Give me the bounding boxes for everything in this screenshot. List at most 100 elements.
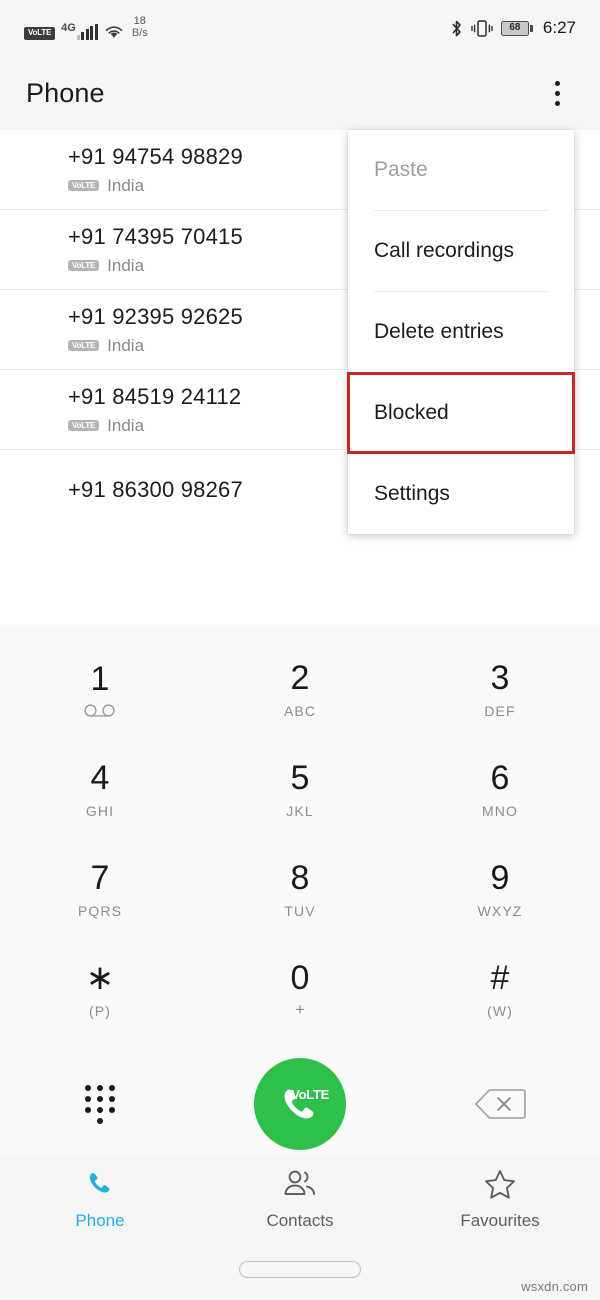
dialpad: 1 2 ABC 3 DEF 4 GHI 5 JKL 6 MNO 7 PQRS 8… (0, 625, 600, 1153)
menu-item-blocked[interactable]: Blocked (347, 372, 575, 454)
dialpad-key-5[interactable]: 5 JKL (200, 739, 400, 839)
data-rate-unit: B/s (131, 27, 148, 39)
battery-percent-label: 68 (509, 22, 521, 33)
dialpad-key-star[interactable]: ∗ (P) (0, 939, 200, 1039)
menu-item-label: Call recordings (374, 239, 515, 262)
dialpad-key-2[interactable]: 2 ABC (200, 639, 400, 739)
dialpad-digit: 2 (290, 658, 310, 697)
menu-item-label: Delete entries (374, 320, 504, 343)
status-bar-right: 68 6:27 (450, 18, 576, 38)
overflow-menu-icon[interactable] (540, 73, 574, 113)
nav-item-label: Favourites (460, 1211, 540, 1230)
volte-badge-icon: VoLTE (68, 260, 100, 272)
dialpad-row: 7 PQRS 8 TUV 9 WXYZ (0, 839, 600, 939)
menu-item-settings[interactable]: Settings (348, 454, 574, 534)
signal-strength-bars (76, 23, 98, 40)
dialpad-letters: (P) (89, 1002, 111, 1019)
nav-item-phone[interactable]: Phone (0, 1167, 200, 1231)
dialpad-letters: PQRS (77, 902, 123, 919)
network-type-label: 4G (61, 21, 76, 34)
dialpad-key-0[interactable]: 0 + (200, 939, 400, 1039)
dialpad-letters: (W) (487, 1002, 513, 1019)
star-icon (483, 1167, 517, 1201)
backspace-button[interactable] (400, 1087, 600, 1121)
dialpad-digit: 5 (290, 758, 310, 797)
dialpad-letters: MNO (482, 802, 518, 819)
data-rate-indicator: 18 B/s (132, 16, 148, 39)
wifi-icon (104, 24, 124, 40)
overflow-menu[interactable]: Paste Call recordings Delete entries Blo… (347, 130, 575, 534)
dialpad-key-9[interactable]: 9 WXYZ (400, 839, 600, 939)
gesture-home-bar[interactable] (239, 1261, 361, 1278)
dialpad-letters: JKL (286, 802, 314, 819)
vibrate-icon (471, 19, 493, 38)
call-log-location: India (107, 335, 145, 355)
status-bar-left: VoLTE 4G 18 B/s (24, 16, 148, 40)
nav-item-contacts[interactable]: Contacts (200, 1167, 400, 1231)
dialpad-digit: 0 (290, 958, 310, 997)
dialpad-grid: 1 2 ABC 3 DEF 4 GHI 5 JKL 6 MNO 7 PQRS 8… (0, 625, 600, 1039)
nav-item-label: Contacts (266, 1211, 334, 1230)
dialpad-digit: ∗ (85, 958, 115, 997)
voicemail-icon (83, 703, 117, 717)
dialpad-letters: GHI (85, 802, 115, 819)
bluetooth-icon (450, 19, 463, 38)
dialpad-actions: VoLTE (0, 1039, 600, 1169)
menu-item-label: Settings (374, 482, 450, 505)
dialpad-key-hash[interactable]: # (W) (400, 939, 600, 1039)
signal-bars-icon: 4G (61, 21, 98, 40)
dialpad-key-4[interactable]: 4 GHI (0, 739, 200, 839)
menu-item-call-recordings[interactable]: Call recordings (348, 211, 574, 291)
volte-badge-icon: VoLTE (68, 420, 100, 432)
dialpad-key-8[interactable]: 8 TUV (200, 839, 400, 939)
menu-item-label: Paste (374, 158, 428, 181)
watermark: wsxdn.com (521, 1279, 588, 1294)
dialpad-digit: 9 (490, 858, 510, 897)
call-log-location: India (107, 255, 145, 275)
dialpad-row: 4 GHI 5 JKL 6 MNO (0, 739, 600, 839)
dialpad-digit: 7 (90, 858, 110, 897)
dialpad-key-7[interactable]: 7 PQRS (0, 839, 200, 939)
dialpad-letters: ABC (283, 702, 317, 719)
dialpad-letters: DEF (484, 702, 516, 719)
call-button-wrap: VoLTE (200, 1058, 400, 1150)
call-button[interactable]: VoLTE (254, 1058, 346, 1150)
battery-icon: 68 (500, 20, 533, 36)
bottom-navigation: Phone Contacts Favourites wsxdn.com (0, 1153, 600, 1300)
volte-icon: VoLTE (24, 26, 56, 40)
volte-badge-icon: VoLTE (68, 340, 100, 352)
dialpad-row: ∗ (P) 0 + # (W) (0, 939, 600, 1039)
dialpad-digit: 6 (490, 758, 510, 797)
dialpad-letters: WXYZ (477, 902, 523, 919)
page-title: Phone (26, 77, 105, 108)
keypad-icon (85, 1084, 116, 1124)
backspace-icon (472, 1087, 528, 1121)
dialpad-key-3[interactable]: 3 DEF (400, 639, 600, 739)
phone-handset-icon (284, 1089, 314, 1119)
dialpad-key-6[interactable]: 6 MNO (400, 739, 600, 839)
bottom-nav-items: Phone Contacts Favourites (0, 1153, 600, 1231)
nav-item-favourites[interactable]: Favourites (400, 1167, 600, 1231)
dialpad-digit: 8 (290, 858, 310, 897)
dialpad-key-1[interactable]: 1 (0, 639, 200, 739)
menu-item-label: Blocked (374, 401, 449, 424)
call-log-location: India (107, 175, 145, 195)
status-bar-clock: 6:27 (542, 18, 576, 37)
menu-item-delete-entries[interactable]: Delete entries (348, 292, 574, 372)
nav-item-label: Phone (75, 1211, 125, 1230)
dialpad-digit: 4 (90, 758, 110, 797)
dialpad-digit: 1 (90, 659, 110, 698)
call-log-location: India (107, 415, 145, 435)
dialpad-row: 1 2 ABC 3 DEF (0, 639, 600, 739)
dialpad-letters: + (295, 999, 305, 1019)
dialpad-letters: TUV (284, 902, 316, 919)
phone-icon (84, 1167, 116, 1201)
contacts-icon (282, 1167, 318, 1201)
menu-item-paste[interactable]: Paste (348, 130, 574, 210)
hide-keypad-button[interactable] (0, 1084, 200, 1124)
volte-badge-icon: VoLTE (68, 180, 100, 192)
call-button-volte-label: VoLTE (291, 1087, 329, 1102)
dialpad-digit: # (490, 958, 510, 997)
status-bar: VoLTE 4G 18 B/s 68 6:27 (0, 0, 600, 56)
dialpad-digit: 3 (490, 658, 510, 697)
